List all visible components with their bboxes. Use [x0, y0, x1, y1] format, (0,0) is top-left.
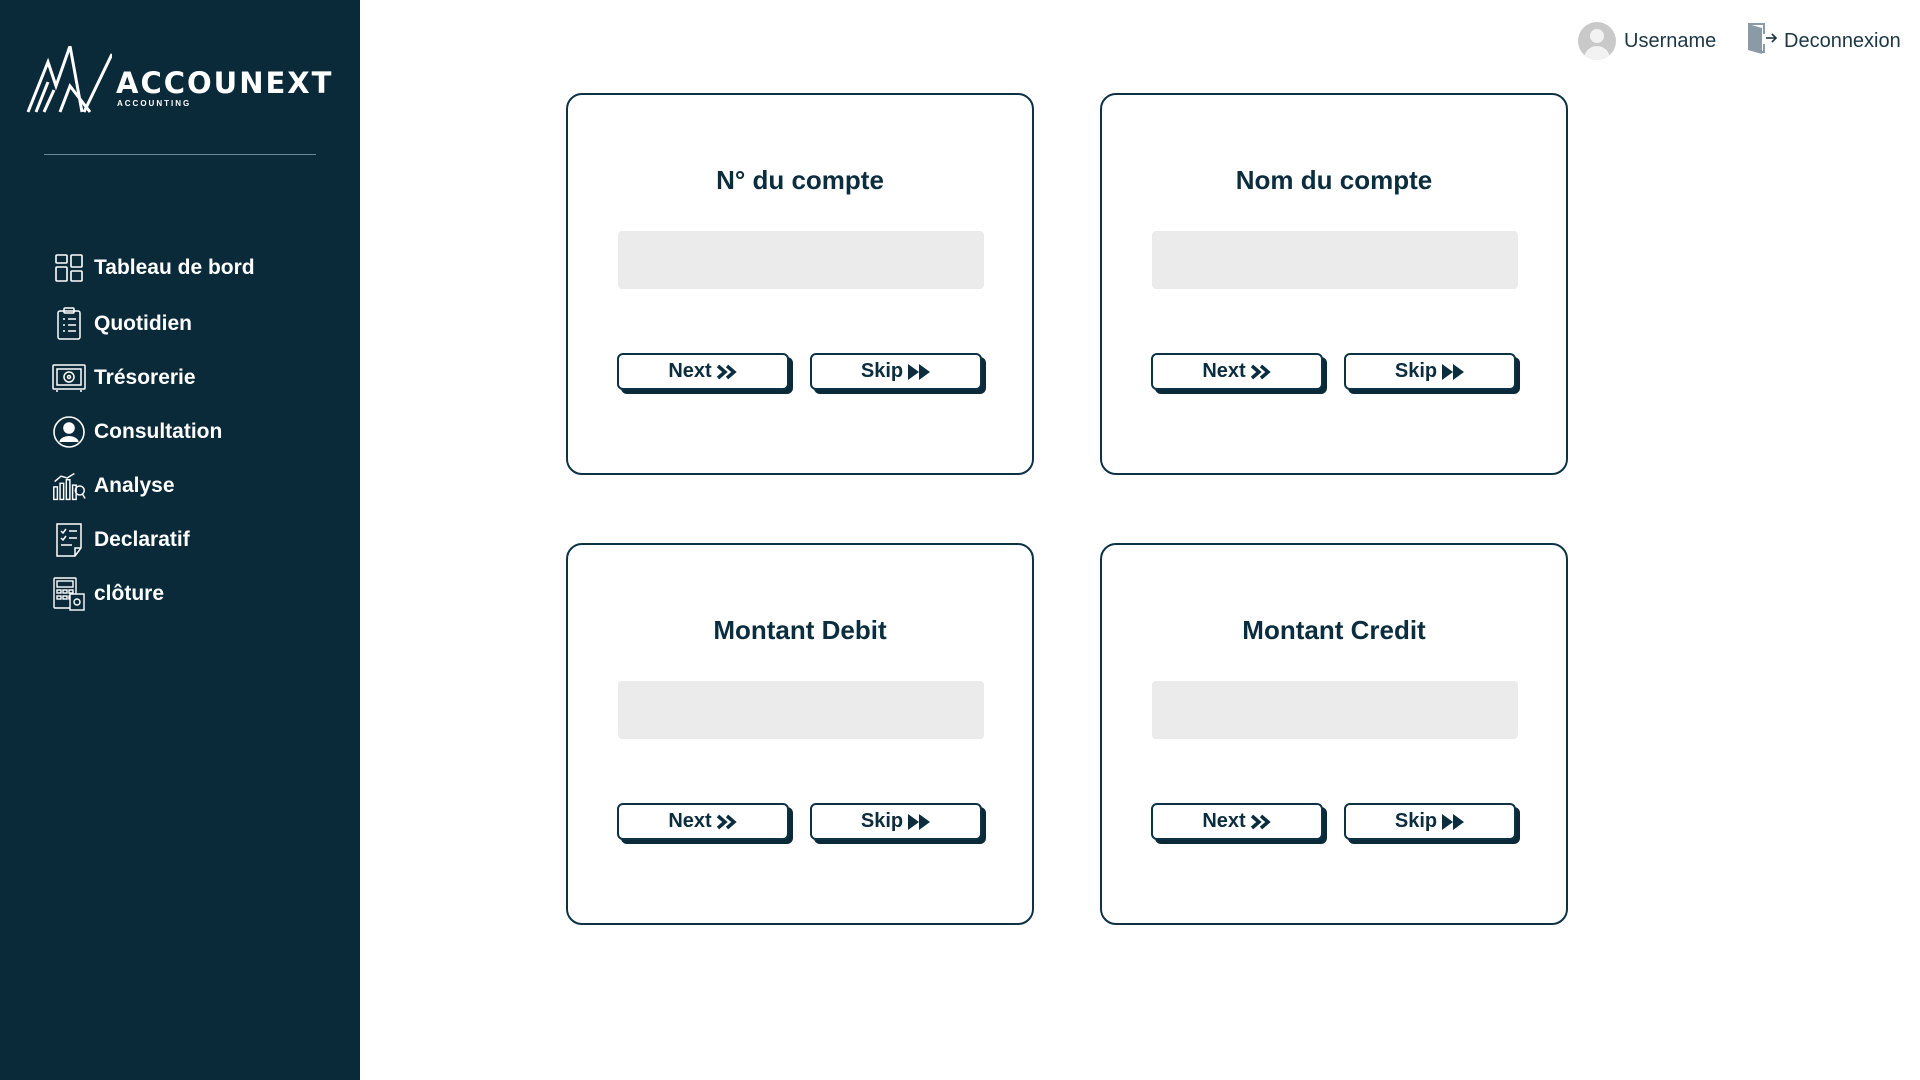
double-chevron-right-icon — [716, 364, 738, 380]
sidebar-item-label: Tableau de bord — [94, 256, 255, 279]
next-button[interactable]: Next — [1151, 353, 1323, 390]
sidebar-item-declaratif[interactable]: Declaratif — [52, 520, 342, 560]
skip-button[interactable]: Skip — [1344, 803, 1516, 840]
sidebar-divider — [44, 154, 316, 155]
logo-mark-icon — [26, 46, 112, 113]
username-label: Username — [1624, 29, 1717, 52]
card-numero-compte: N° du compte Next Skip — [566, 93, 1034, 475]
skip-button[interactable]: Skip — [810, 353, 982, 390]
next-button[interactable]: Next — [617, 803, 789, 840]
montant-debit-input[interactable] — [618, 681, 984, 739]
fast-forward-icon — [1441, 813, 1465, 831]
sidebar-item-label: Analyse — [94, 474, 175, 497]
sidebar-item-tresorerie[interactable]: Trésorerie — [52, 358, 342, 398]
user-circle-icon — [52, 415, 86, 449]
double-chevron-right-icon — [1250, 364, 1272, 380]
sidebar-item-label: Trésorerie — [94, 366, 196, 389]
logout-label: Deconnexion — [1784, 29, 1901, 52]
next-button-label: Next — [1202, 360, 1246, 382]
card-montant-credit: Montant Credit Next Skip — [1100, 543, 1568, 925]
avatar — [1578, 22, 1616, 60]
skip-button-label: Skip — [860, 360, 904, 382]
sidebar-item-label: Consultation — [94, 420, 223, 443]
card-title: Montant Credit — [1242, 615, 1426, 645]
fast-forward-icon — [907, 813, 931, 831]
card-title: Nom du compte — [1235, 165, 1433, 195]
sidebar-item-analyse[interactable]: Analyse — [52, 466, 342, 506]
nom-compte-input[interactable] — [1152, 231, 1518, 289]
sidebar-item-label: Declaratif — [94, 528, 190, 551]
brand-tagline: ACCOUNTING — [117, 99, 192, 108]
sidebar-item-quotidien[interactable]: Quotidien — [52, 304, 342, 344]
sidebar-item-cloture[interactable]: clôture — [52, 574, 342, 614]
skip-button[interactable]: Skip — [810, 803, 982, 840]
skip-button-label: Skip — [860, 810, 904, 832]
sidebar-item-label: Quotidien — [94, 312, 192, 335]
logout-button[interactable]: Deconnexion — [1744, 22, 1901, 60]
user-menu[interactable]: Username — [1578, 22, 1716, 60]
skip-button-label: Skip — [1394, 810, 1438, 832]
chart-search-icon — [52, 469, 86, 503]
next-button[interactable]: Next — [1151, 803, 1323, 840]
clipboard-list-icon — [52, 307, 86, 341]
montant-credit-input[interactable] — [1152, 681, 1518, 739]
sidebar-item-label: clôture — [94, 582, 165, 605]
next-button-label: Next — [668, 810, 712, 832]
logout-icon — [1744, 22, 1778, 61]
safe-icon — [52, 361, 86, 395]
skip-button-label: Skip — [1394, 360, 1438, 382]
sidebar: ACCOUNEXT ACCOUNTING Tableau de bord Quo… — [0, 0, 360, 1080]
fast-forward-icon — [1441, 363, 1465, 381]
card-title: Montant Debit — [713, 615, 887, 645]
skip-button[interactable]: Skip — [1344, 353, 1516, 390]
double-chevron-right-icon — [716, 814, 738, 830]
brand-name: ACCOUNEXT — [116, 66, 334, 100]
next-button-label: Next — [668, 360, 712, 382]
card-nom-compte: Nom du compte Next Skip — [1100, 93, 1568, 475]
document-checklist-icon — [52, 523, 86, 557]
double-chevron-right-icon — [1250, 814, 1272, 830]
next-button[interactable]: Next — [617, 353, 789, 390]
fast-forward-icon — [907, 363, 931, 381]
next-button-label: Next — [1202, 810, 1246, 832]
card-montant-debit: Montant Debit Next Skip — [566, 543, 1034, 925]
card-title: N° du compte — [716, 165, 884, 195]
sidebar-item-tableau-de-bord[interactable]: Tableau de bord — [52, 248, 342, 288]
numero-compte-input[interactable] — [618, 231, 984, 289]
dashboard-icon — [52, 251, 86, 285]
brand-logo[interactable]: ACCOUNEXT ACCOUNTING — [26, 46, 331, 118]
sidebar-item-consultation[interactable]: Consultation — [52, 412, 342, 452]
calculator-document-icon — [52, 577, 86, 611]
